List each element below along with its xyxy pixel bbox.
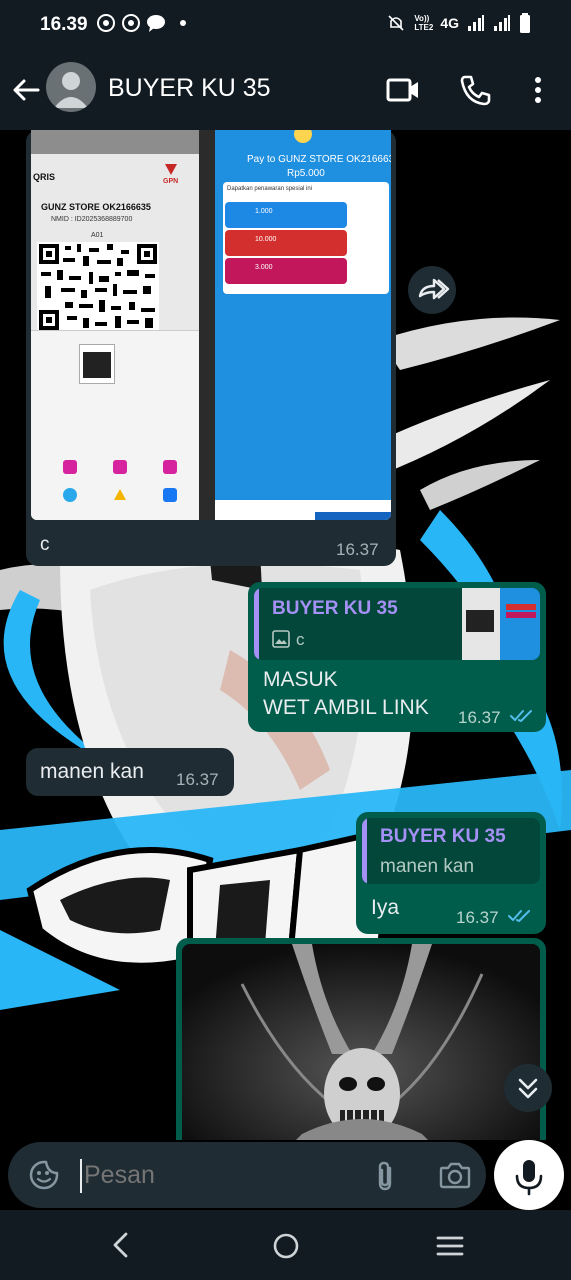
instagram-icon [113, 460, 127, 474]
double-check-icon [508, 910, 530, 922]
instagram-icon [63, 460, 77, 474]
nav-back-icon[interactable] [106, 1230, 136, 1260]
quoted-sender: BUYER KU 35 [380, 826, 506, 847]
outgoing-reply-message[interactable]: BUYER KU 35 c MASUK WET AMBIL LINK 16.37 [248, 582, 546, 732]
mic-button[interactable] [494, 1140, 564, 1210]
quoted-text: manen kan [380, 856, 475, 877]
quoted-message[interactable]: BUYER KU 35 c [254, 588, 540, 660]
coin-icon [294, 130, 312, 143]
sticker-icon[interactable] [28, 1159, 60, 1191]
dark-artwork [182, 944, 540, 1140]
drive-icon [114, 489, 126, 500]
nav-home-icon[interactable] [270, 1230, 302, 1262]
nav-recents-icon[interactable] [434, 1230, 466, 1262]
pay-to-label: Pay to GUNZ STORE OK2166635 [247, 154, 391, 165]
battery-icon [520, 13, 530, 33]
quoted-sender: BUYER KU 35 [272, 598, 398, 619]
image-message[interactable]: QRIS GPN GUNZ STORE OK2166635 NMID : ID2… [26, 130, 396, 566]
contact-name[interactable]: BUYER KU 35 [108, 74, 271, 103]
avatar[interactable] [46, 62, 96, 112]
image-caption: c [40, 534, 50, 555]
phone-icon[interactable] [456, 72, 494, 108]
pay-amount: Rp5.000 [287, 168, 325, 179]
image-preview[interactable] [182, 944, 540, 1140]
text-caret [80, 1159, 82, 1193]
qris-screenshot: QRIS GPN GUNZ STORE OK2166635 NMID : ID2… [31, 130, 199, 520]
message-time: 16.37 [176, 770, 219, 789]
offer-title: Dapatkan penawaran spesial ini [227, 186, 313, 192]
attach-icon[interactable] [370, 1159, 400, 1193]
offer-amount: 10.000 [255, 236, 277, 243]
forward-icon[interactable] [408, 266, 456, 314]
mic-icon [515, 1160, 543, 1196]
gpn-label: GPN [163, 178, 179, 185]
chat-bubble-icon [147, 15, 165, 32]
volte-label: Vo)) LTE2 [414, 14, 434, 32]
video-call-icon[interactable] [384, 72, 422, 108]
notification-icons [96, 13, 191, 33]
nmid: NMID : ID2025368889700 [51, 216, 133, 223]
store-code: A01 [91, 232, 104, 239]
message-time: 16.37 [458, 708, 501, 727]
more-vert-icon[interactable] [524, 72, 552, 108]
message-text: MASUK [263, 668, 338, 691]
quote-accent-bar [362, 818, 367, 884]
whatsapp-icon [97, 14, 115, 32]
message-input-container[interactable] [8, 1142, 486, 1208]
message-input[interactable] [84, 1161, 354, 1190]
system-icons: Vo)) LTE2 4G [386, 13, 531, 33]
instagram-icon [163, 460, 177, 474]
payment-screenshot: Pay to GUNZ STORE OK2166635 Rp5.000 Dapa… [215, 130, 391, 520]
offer-amount: 1.000 [255, 208, 273, 215]
double-check-icon [510, 710, 532, 722]
back-arrow-icon[interactable] [8, 72, 44, 108]
message-text: WET AMBIL LINK [263, 696, 429, 719]
facebook-icon [163, 488, 177, 502]
gpn-logo [165, 164, 177, 175]
offer-amount: 3.000 [255, 264, 273, 271]
image-icon [272, 630, 290, 648]
message-time: 16.37 [336, 540, 379, 559]
composer [0, 1140, 571, 1210]
system-nav-bar [0, 1210, 571, 1280]
image-preview[interactable]: QRIS GPN GUNZ STORE OK2166635 NMID : ID2… [31, 130, 391, 520]
store-name: GUNZ STORE OK2166635 [41, 202, 151, 212]
chat-area[interactable]: QRIS GPN GUNZ STORE OK2166635 NMID : ID2… [0, 130, 571, 1140]
network-label: 4G [440, 15, 459, 31]
message-time: 16.37 [456, 908, 499, 927]
qris-label: QRIS [33, 172, 56, 182]
quoted-thumbnail [462, 588, 540, 660]
image-message[interactable] [176, 938, 546, 1140]
message-text: Iya [371, 896, 400, 919]
camera-icon[interactable] [438, 1159, 472, 1191]
chat-header: BUYER KU 35 [0, 50, 571, 130]
outgoing-reply-message[interactable]: BUYER KU 35 manen kan Iya 16.37 [356, 812, 546, 934]
whatsapp-icon [122, 14, 140, 32]
avatar-icon [54, 72, 88, 108]
quoted-message[interactable]: BUYER KU 35 manen kan [362, 818, 540, 884]
signal-icon [468, 15, 484, 31]
qr-code [37, 242, 159, 332]
signal-icon [494, 15, 510, 31]
incoming-message[interactable]: manen kan 16.37 [26, 748, 234, 796]
quote-accent-bar [254, 588, 259, 660]
scroll-down-icon[interactable] [504, 1064, 552, 1112]
telegram-icon [63, 488, 77, 502]
message-text: manen kan [40, 760, 144, 783]
dot-icon [180, 20, 186, 26]
mute-icon [388, 15, 404, 31]
quoted-text: c [296, 630, 305, 649]
status-time: 16.39 [40, 14, 88, 35]
status-bar: 16.39 Vo)) LTE2 4G [0, 0, 571, 50]
